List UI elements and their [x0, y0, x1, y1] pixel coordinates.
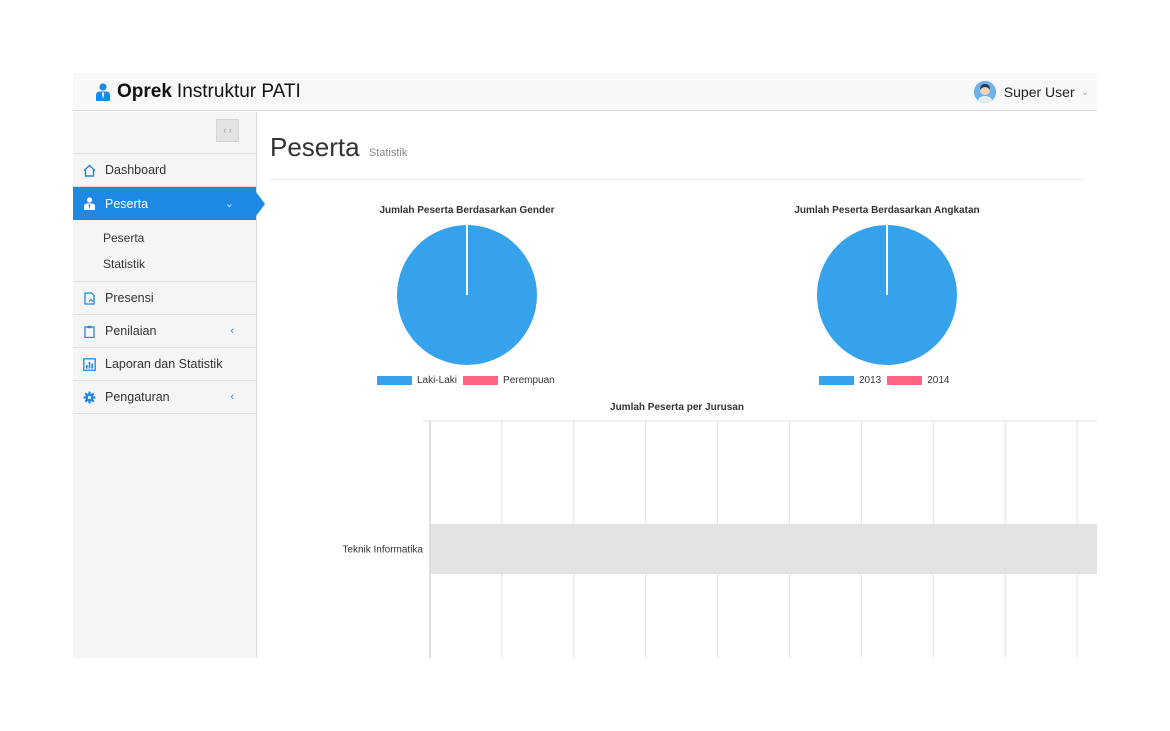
user-name: Super User: [1003, 84, 1075, 100]
brand-name-rest: Instruktur PATI: [176, 81, 301, 102]
legend-label-perempuan: Perempuan: [503, 375, 555, 386]
sidebar-item-peserta[interactable]: Peserta ⌄: [73, 187, 265, 220]
legend-angkatan: 2013 2014: [819, 375, 956, 386]
submenu-item-peserta[interactable]: Peserta: [103, 232, 256, 245]
chevron-down-icon: ⌄: [224, 198, 234, 210]
chart-title-gender: Jumlah Peserta Berdasarkan Gender: [379, 205, 555, 216]
category-band: [431, 524, 1097, 574]
submenu-item-statistik[interactable]: Statistik: [103, 258, 256, 271]
sidebar-item-presensi[interactable]: Presensi: [73, 282, 256, 315]
sidebar-item-pengaturan[interactable]: Pengaturan ‹: [73, 381, 256, 414]
chevron-down-icon: ⌄: [1080, 86, 1089, 98]
user-menu[interactable]: Super User ⌄: [973, 81, 1089, 103]
sidebar-collapse-button[interactable]: ‹ ›: [216, 119, 239, 142]
page-title-text: Peserta: [270, 132, 360, 162]
brand[interactable]: Oprek Instruktur PATI: [95, 81, 301, 103]
sidebar-item-label: Peserta: [105, 196, 149, 211]
user-tie-icon: [96, 83, 110, 101]
chevron-left-icon: ‹: [230, 325, 234, 337]
sidebar-item-label: Presensi: [105, 291, 154, 305]
chart-title-jurusan: Jumlah Peserta per Jurusan: [610, 402, 744, 413]
sidebar-item-label: Penilaian: [105, 324, 157, 338]
legend-label-2013: 2013: [859, 375, 882, 386]
submenu-peserta: Peserta Statistik: [73, 220, 256, 282]
legend-swatch-2014: [887, 376, 923, 385]
chart-title-angkatan: Jumlah Peserta Berdasarkan Angkatan: [794, 205, 980, 216]
chevron-left-icon: ‹: [230, 391, 234, 403]
divider: [270, 179, 1084, 180]
legend-label-laki-laki: Laki-Laki: [417, 375, 458, 386]
sidebar-item-dashboard[interactable]: Dashboard: [73, 154, 256, 187]
sidebar-toggle-row: ‹ ›: [73, 112, 256, 154]
legend-label-2014: 2014: [927, 375, 950, 386]
bar-chart-icon: [83, 357, 96, 371]
gear-icon: [83, 391, 96, 403]
document-icon: [84, 291, 95, 305]
pie-chart-angkatan[interactable]: [816, 224, 958, 366]
pie-chart-gender[interactable]: [396, 224, 538, 366]
clipboard-icon: [84, 325, 95, 338]
sidebar-item-label: Dashboard: [105, 163, 167, 177]
legend-gender: Laki-Laki Perempuan: [377, 375, 561, 386]
user-icon: [84, 197, 95, 210]
sidebar-item-laporan[interactable]: Laporan dan Statistik: [73, 348, 256, 381]
brand-name-bold: Oprek: [117, 81, 172, 102]
sidebar-item-penilaian[interactable]: Penilaian ‹: [73, 315, 256, 348]
legend-swatch-laki-laki: [377, 376, 412, 385]
main-content: Peserta Statistik Jumlah Peserta Berdasa…: [257, 112, 1097, 658]
top-navbar: Oprek Instruktur PATI Super User ⌄: [73, 73, 1097, 111]
user-avatar-icon: [973, 81, 996, 103]
sidebar-item-label: Laporan dan Statistik: [105, 357, 223, 371]
sidebar-item-label: Pengaturan: [105, 390, 170, 404]
sidebar: ‹ › Dashboard Peserta ⌄ Peserta Statisti…: [73, 112, 265, 658]
legend-swatch-2013: [819, 376, 854, 385]
page-title: Peserta Statistik: [270, 132, 407, 163]
legend-swatch-perempuan: [463, 376, 499, 385]
home-icon: [83, 164, 96, 177]
avatar: [973, 81, 996, 103]
y-tick-label: Teknik Informatika: [342, 545, 423, 556]
page-subtitle: Statistik: [368, 147, 408, 159]
app-window: Oprek Instruktur PATI Super User ⌄ ‹ › D…: [73, 73, 1097, 658]
